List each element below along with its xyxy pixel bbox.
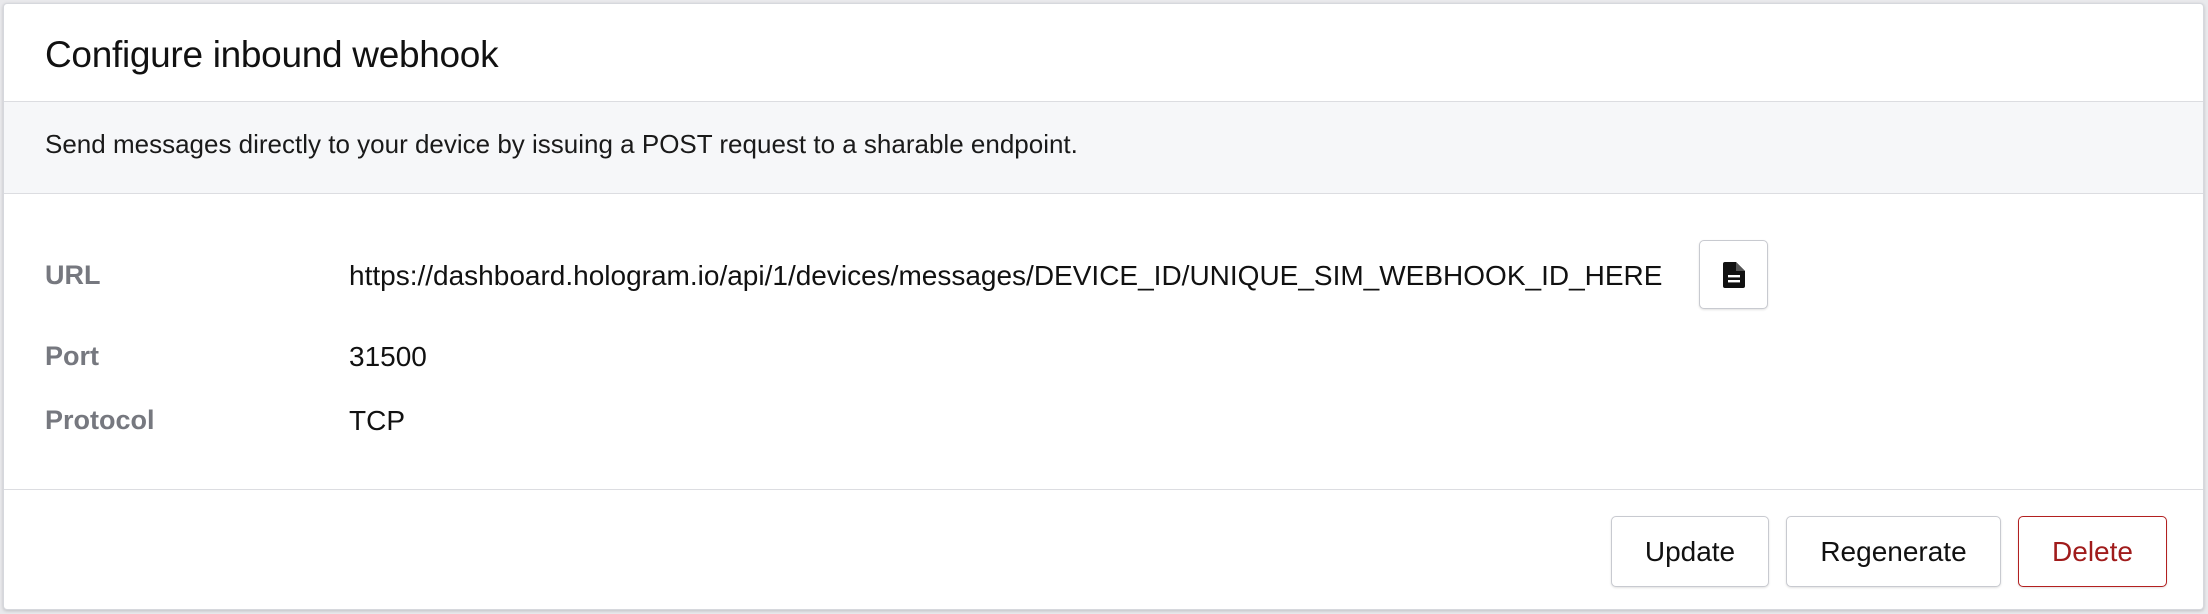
card-header: Configure inbound webhook: [4, 4, 2203, 102]
protocol-value: TCP: [349, 405, 405, 436]
card-title: Configure inbound webhook: [45, 34, 499, 75]
regenerate-button[interactable]: Regenerate: [1786, 516, 2001, 587]
port-label: Port: [45, 341, 99, 371]
url-label: URL: [45, 260, 101, 290]
copy-url-button[interactable]: [1699, 240, 1768, 309]
description-banner: Send messages directly to your device by…: [4, 102, 2203, 194]
port-value: 31500: [349, 341, 427, 372]
update-button[interactable]: Update: [1611, 516, 1769, 587]
webhook-config-card: Configure inbound webhook Send messages …: [3, 3, 2204, 610]
protocol-label: Protocol: [45, 405, 155, 435]
footer-divider: [4, 489, 2203, 490]
description-text: Send messages directly to your device by…: [45, 129, 1078, 159]
url-value: https://dashboard.hologram.io/api/1/devi…: [349, 260, 1663, 291]
document-icon: [1722, 261, 1745, 288]
delete-button[interactable]: Delete: [2018, 516, 2167, 587]
